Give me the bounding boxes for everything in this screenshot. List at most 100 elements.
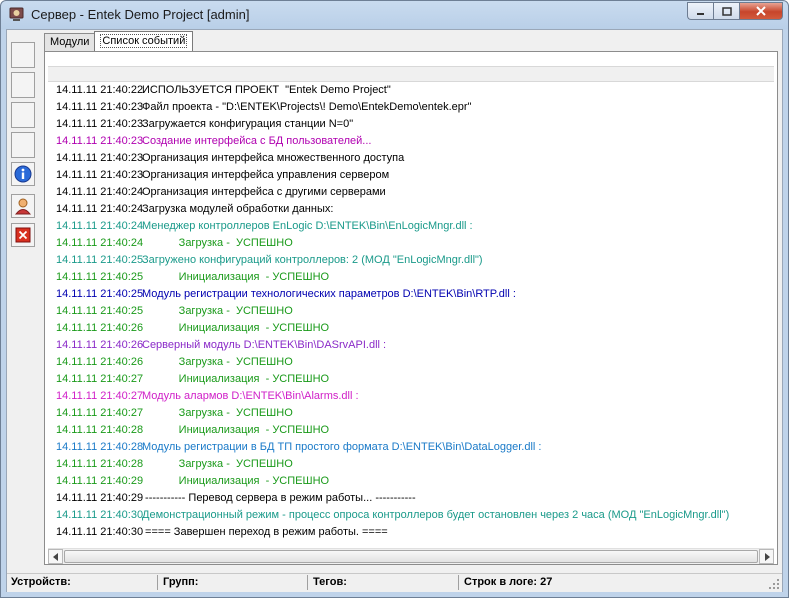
log-row[interactable]: 14.11.11 21:40:25 Загружено конфигураций … bbox=[48, 252, 774, 269]
log-time: 14.11.11 21:40:23 bbox=[56, 101, 144, 113]
log-time: 14.11.11 21:40:25 bbox=[56, 254, 144, 266]
stop-button[interactable] bbox=[11, 223, 35, 247]
client-area: Модули Список событий 14.11.11 21:40:22 И… bbox=[6, 29, 783, 592]
log-time: 14.11.11 21:40:23 bbox=[56, 169, 144, 181]
log-row[interactable]: 14.11.11 21:40:30 ==== Завершен переход … bbox=[48, 524, 774, 541]
log-message: Загрузка - УСПЕШНО bbox=[142, 458, 293, 470]
log-message: Загрузка - УСПЕШНО bbox=[142, 305, 293, 317]
tab-event-list-label: Список событий bbox=[100, 34, 188, 48]
toolbar-button-1[interactable] bbox=[11, 42, 35, 68]
log-row[interactable]: 14.11.11 21:40:27 Загрузка - УСПЕШНО bbox=[48, 405, 774, 422]
log-row[interactable]: 14.11.11 21:40:25 Инициализация - УСПЕШН… bbox=[48, 269, 774, 286]
status-divider bbox=[458, 575, 459, 590]
log-message: Загружено конфигураций контроллеров: 2 (… bbox=[142, 254, 483, 266]
horizontal-scrollbar[interactable] bbox=[48, 548, 774, 564]
log-time: 14.11.11 21:40:29 bbox=[56, 475, 144, 487]
toolbar-button-4[interactable] bbox=[11, 132, 35, 158]
log-time: 14.11.11 21:40:29 bbox=[56, 492, 144, 504]
log-message: Файл проекта - "D:\ENTEK\Projects\! Demo… bbox=[142, 101, 472, 113]
log-message: Инициализация - УСПЕШНО bbox=[142, 424, 330, 436]
log-row[interactable]: 14.11.11 21:40:23 Файл проекта - "D:\ENTE… bbox=[48, 99, 774, 116]
log-time: 14.11.11 21:40:24 bbox=[56, 237, 144, 249]
event-list-panel: 14.11.11 21:40:22 ИСПОЛЬЗУЕТСЯ ПРОЕКТ "En… bbox=[44, 51, 778, 565]
status-groups: Групп: bbox=[163, 576, 199, 588]
log-message: ИСПОЛЬЗУЕТСЯ ПРОЕКТ "Entek Demo Project" bbox=[142, 84, 391, 96]
log-time: 14.11.11 21:40:26 bbox=[56, 339, 144, 351]
log-row[interactable]: 14.11.11 21:40:29 ----------- Перевод се… bbox=[48, 490, 774, 507]
stop-icon bbox=[15, 227, 31, 243]
status-tags: Тегов: bbox=[313, 576, 347, 588]
log-row[interactable]: 14.11.11 21:40:30 Демонстрационный режим … bbox=[48, 507, 774, 524]
log-header bbox=[48, 66, 774, 82]
title-bar[interactable]: Сервер - Entek Demo Project [admin] bbox=[1, 1, 788, 29]
log-message: Демонстрационный режим - процесс опроса … bbox=[142, 509, 730, 521]
caption-buttons bbox=[687, 2, 783, 20]
log-time: 14.11.11 21:40:28 bbox=[56, 458, 144, 470]
log-row[interactable]: 14.11.11 21:40:23 Организация интерфейса … bbox=[48, 167, 774, 184]
info-icon bbox=[14, 165, 32, 183]
log-message: Модуль алармов D:\ENTEK\Bin\Alarms.dll : bbox=[142, 390, 359, 402]
log-row[interactable]: 14.11.11 21:40:23 Загружается конфигураци… bbox=[48, 116, 774, 133]
log-time: 14.11.11 21:40:26 bbox=[56, 322, 144, 334]
log-row[interactable]: 14.11.11 21:40:26 Инициализация - УСПЕШН… bbox=[48, 320, 774, 337]
log-row[interactable]: 14.11.11 21:40:25 Загрузка - УСПЕШНО bbox=[48, 303, 774, 320]
scroll-left-button[interactable] bbox=[48, 549, 63, 564]
log-time: 14.11.11 21:40:26 bbox=[56, 356, 144, 368]
log-time: 14.11.11 21:40:27 bbox=[56, 407, 144, 419]
log-time: 14.11.11 21:40:25 bbox=[56, 288, 144, 300]
log-row[interactable]: 14.11.11 21:40:24 Менеджер контроллеров E… bbox=[48, 218, 774, 235]
log-time: 14.11.11 21:40:28 bbox=[56, 424, 144, 436]
user-button[interactable] bbox=[11, 194, 35, 218]
log-time: 14.11.11 21:40:27 bbox=[56, 373, 144, 385]
log-message: Загрузка - УСПЕШНО bbox=[142, 407, 293, 419]
log-message: Серверный модуль D:\ENTEK\Bin\DASrvAPI.d… bbox=[142, 339, 387, 351]
log-message: Загружается конфигурация станции N=0" bbox=[142, 118, 354, 130]
resize-grip-icon[interactable] bbox=[768, 578, 780, 590]
close-button[interactable] bbox=[739, 2, 783, 20]
log-row[interactable]: 14.11.11 21:40:26 Загрузка - УСПЕШНО bbox=[48, 354, 774, 371]
log-row[interactable]: 14.11.11 21:40:28 Модуль регистрации в БД… bbox=[48, 439, 774, 456]
log-row[interactable]: 14.11.11 21:40:27 Инициализация - УСПЕШН… bbox=[48, 371, 774, 388]
log-message: Организация интерфейса управления сервер… bbox=[142, 169, 390, 181]
log-row[interactable]: 14.11.11 21:40:25 Модуль регистрации техн… bbox=[48, 286, 774, 303]
log-message: Модуль регистрации в БД ТП простого форм… bbox=[142, 441, 542, 453]
scroll-right-button[interactable] bbox=[759, 549, 774, 564]
log-time: 14.11.11 21:40:30 bbox=[56, 526, 144, 538]
log-row[interactable]: 14.11.11 21:40:26 Серверный модуль D:\ENT… bbox=[48, 337, 774, 354]
log-time: 14.11.11 21:40:28 bbox=[56, 441, 144, 453]
log-row[interactable]: 14.11.11 21:40:23 Организация интерфейса … bbox=[48, 150, 774, 167]
log-row[interactable]: 14.11.11 21:40:24 Загрузка модулей обрабо… bbox=[48, 201, 774, 218]
log-row[interactable]: 14.11.11 21:40:24 Загрузка - УСПЕШНО bbox=[48, 235, 774, 252]
scrollbar-thumb[interactable] bbox=[64, 550, 758, 563]
log-time: 14.11.11 21:40:23 bbox=[56, 135, 144, 147]
log-time: 14.11.11 21:40:30 bbox=[56, 509, 144, 521]
log-message: Менеджер контроллеров EnLogic D:\ENTEK\B… bbox=[142, 220, 473, 232]
log-message: ----------- Перевод сервера в режим рабо… bbox=[142, 492, 416, 504]
status-log-lines: Строк в логе: 27 bbox=[464, 576, 553, 588]
log-message: Организация интерфейса множественного до… bbox=[142, 152, 405, 164]
log-row[interactable]: 14.11.11 21:40:23 Создание интерфейса с Б… bbox=[48, 133, 774, 150]
log-message: Загрузка модулей обработки данных: bbox=[142, 203, 334, 215]
log-row[interactable]: 14.11.11 21:40:29 Инициализация - УСПЕШН… bbox=[48, 473, 774, 490]
log-row[interactable]: 14.11.11 21:40:22 ИСПОЛЬЗУЕТСЯ ПРОЕКТ "En… bbox=[48, 82, 774, 99]
tab-modules[interactable]: Модули bbox=[44, 33, 96, 51]
log-time: 14.11.11 21:40:25 bbox=[56, 305, 144, 317]
maximize-button[interactable] bbox=[713, 2, 739, 20]
window-title: Сервер - Entek Demo Project [admin] bbox=[31, 7, 250, 22]
server-app-icon bbox=[9, 7, 24, 21]
info-button[interactable] bbox=[11, 162, 35, 186]
toolbar-button-2[interactable] bbox=[11, 72, 35, 98]
log-row[interactable]: 14.11.11 21:40:27 Модуль алармов D:\ENTEK… bbox=[48, 388, 774, 405]
log-row[interactable]: 14.11.11 21:40:24 Организация интерфейса … bbox=[48, 184, 774, 201]
minimize-button[interactable] bbox=[687, 2, 713, 20]
event-log-list[interactable]: 14.11.11 21:40:22 ИСПОЛЬЗУЕТСЯ ПРОЕКТ "En… bbox=[48, 82, 774, 552]
log-row[interactable]: 14.11.11 21:40:28 Загрузка - УСПЕШНО bbox=[48, 456, 774, 473]
log-message: Организация интерфейса с другими сервера… bbox=[142, 186, 386, 198]
toolbar-button-3[interactable] bbox=[11, 102, 35, 128]
log-message: Инициализация - УСПЕШНО bbox=[142, 475, 330, 487]
tab-event-list[interactable]: Список событий bbox=[94, 31, 194, 51]
minimize-icon bbox=[697, 12, 704, 15]
log-row[interactable]: 14.11.11 21:40:28 Инициализация - УСПЕШН… bbox=[48, 422, 774, 439]
log-time: 14.11.11 21:40:25 bbox=[56, 271, 144, 283]
log-time: 14.11.11 21:40:24 bbox=[56, 203, 144, 215]
